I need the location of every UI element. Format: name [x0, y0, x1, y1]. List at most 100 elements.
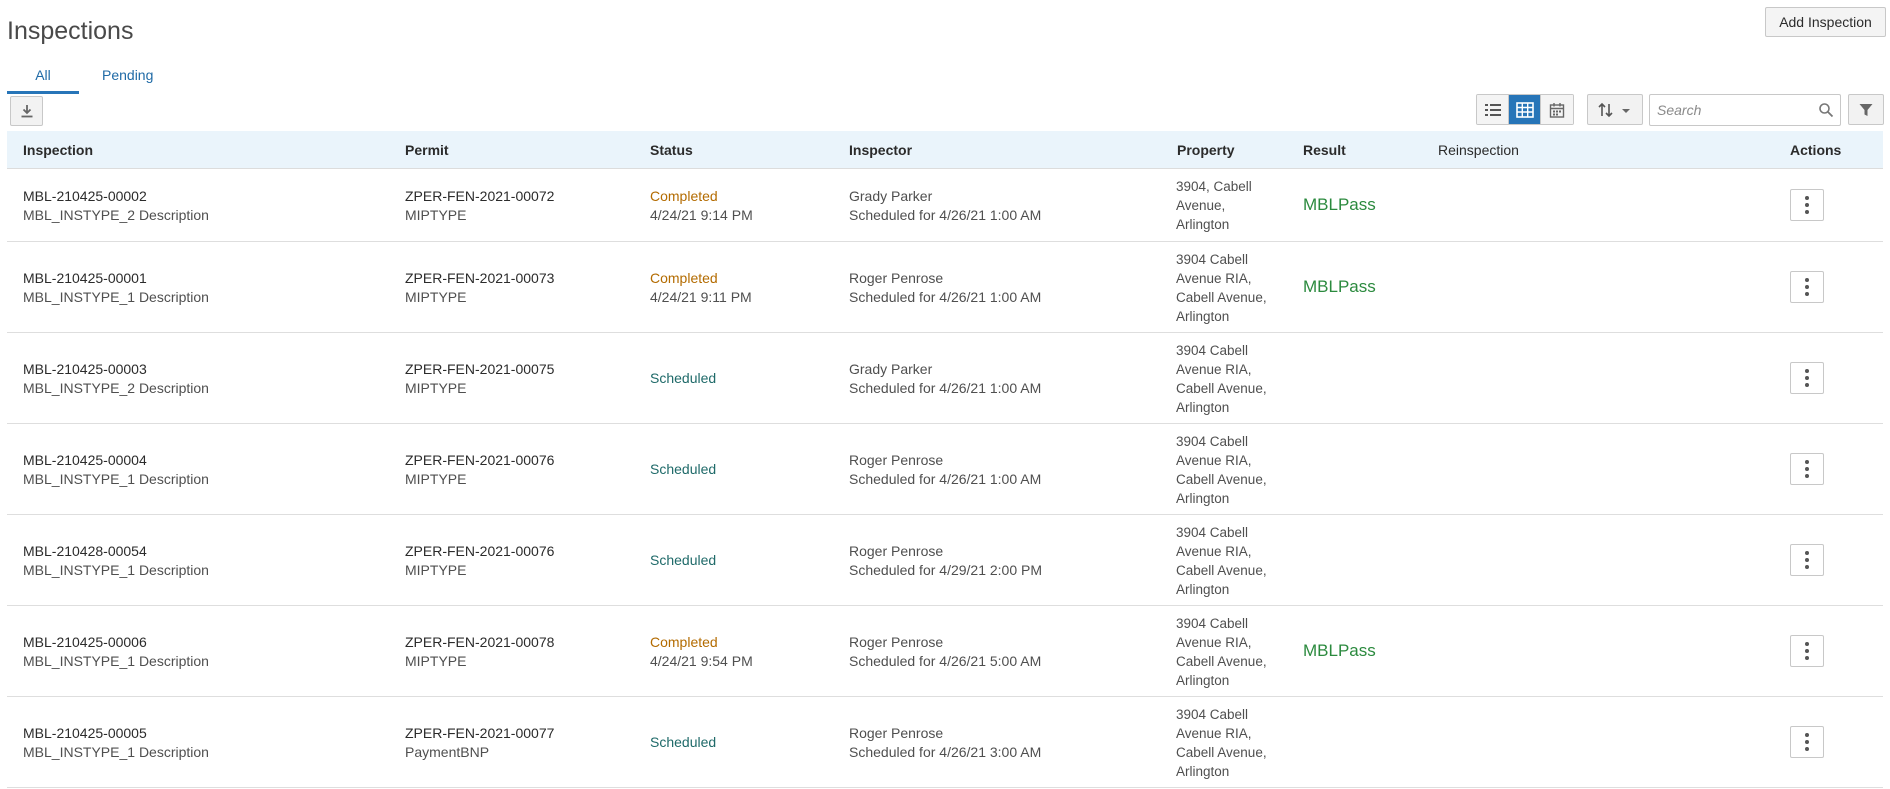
property-address-line: 3904, Cabell	[1176, 179, 1252, 194]
property-address-line: Avenue RIA,	[1176, 725, 1252, 741]
calendar-view-icon	[1549, 102, 1565, 118]
status-label: Scheduled	[650, 551, 717, 568]
result-value: MBLPass	[1303, 640, 1376, 660]
table-row[interactable]: MBL-210425-00005 MBL_INSTYPE_1 Descriptio…	[7, 697, 1883, 788]
column-header-reinspection[interactable]: Reinspection	[1438, 142, 1519, 158]
inspection-description: MBL_INSTYPE_1 Description	[23, 561, 209, 578]
scheduled-time: Scheduled for 4/29/21 2:00 PM	[849, 561, 1043, 578]
property-address-line: Avenue RIA,	[1176, 452, 1252, 468]
column-header-inspector[interactable]: Inspector	[849, 142, 912, 158]
row-actions-button[interactable]	[1790, 270, 1824, 303]
inspector-name: Roger Penrose	[849, 269, 944, 286]
tab-all[interactable]: All	[7, 60, 79, 94]
inspection-id[interactable]: MBL-210425-00002	[23, 187, 147, 206]
inspection-id[interactable]: MBL-210428-00054	[23, 542, 147, 561]
search-box	[1649, 94, 1841, 126]
permit-number[interactable]: ZPER-FEN-2021-00076	[405, 542, 554, 561]
more-vertical-icon	[1805, 732, 1809, 751]
permit-number[interactable]: ZPER-FEN-2021-00075	[405, 360, 554, 379]
column-header-property[interactable]: Property	[1177, 142, 1235, 158]
status-label: Scheduled	[650, 369, 717, 386]
row-actions-button[interactable]	[1790, 543, 1824, 576]
result-value: MBLPass	[1303, 194, 1376, 214]
scheduled-time: Scheduled for 4/26/21 1:00 AM	[849, 470, 1042, 487]
scheduled-time: Scheduled for 4/26/21 3:00 AM	[849, 743, 1042, 760]
inspection-id[interactable]: MBL-210425-00003	[23, 360, 147, 379]
inspector-name: Grady Parker	[849, 360, 933, 377]
more-vertical-icon	[1805, 459, 1809, 478]
more-vertical-icon	[1805, 550, 1809, 569]
calendar-view-button[interactable]	[1541, 95, 1573, 124]
column-header-inspection[interactable]: Inspection	[23, 142, 93, 158]
property-address-line: Avenue RIA,	[1176, 543, 1252, 559]
property-address-line: Cabell Avenue,	[1176, 380, 1267, 396]
inspection-id[interactable]: MBL-210425-00005	[23, 724, 147, 743]
column-header-permit[interactable]: Permit	[405, 142, 449, 158]
row-actions-button[interactable]	[1790, 725, 1824, 758]
search-input[interactable]	[1650, 95, 1810, 125]
property-address-line: Arlington	[1176, 763, 1230, 779]
inspection-id[interactable]: MBL-210425-00004	[23, 451, 147, 470]
permit-number[interactable]: ZPER-FEN-2021-00078	[405, 633, 554, 652]
table-row[interactable]: MBL-210425-00004 MBL_INSTYPE_1 Descriptio…	[7, 424, 1883, 515]
permit-number[interactable]: ZPER-FEN-2021-00073	[405, 269, 554, 288]
permit-type: MIPTYPE	[405, 652, 467, 669]
sort-icon	[1598, 102, 1630, 117]
permit-number[interactable]: ZPER-FEN-2021-00076	[405, 451, 554, 470]
inspector-name: Roger Penrose	[849, 633, 944, 650]
search-icon[interactable]	[1818, 102, 1834, 118]
inspection-description: MBL_INSTYPE_1 Description	[23, 470, 209, 487]
table-row[interactable]: MBL-210425-00006 MBL_INSTYPE_1 Descriptio…	[7, 606, 1883, 697]
status-label: Scheduled	[650, 733, 717, 750]
permit-number[interactable]: ZPER-FEN-2021-00072	[405, 187, 554, 206]
list-view-button[interactable]	[1477, 95, 1509, 124]
permit-type: MIPTYPE	[405, 561, 467, 578]
permit-type: MIPTYPE	[405, 470, 467, 487]
row-actions-button[interactable]	[1790, 634, 1824, 667]
inspection-description: MBL_INSTYPE_1 Description	[23, 288, 209, 305]
column-header-status[interactable]: Status	[650, 142, 693, 158]
property-address-line: Cabell Avenue,	[1176, 653, 1267, 669]
inspection-id[interactable]: MBL-210425-00006	[23, 633, 147, 652]
inspector-name: Grady Parker	[849, 187, 933, 204]
download-button[interactable]	[10, 96, 43, 126]
filter-button[interactable]	[1848, 94, 1884, 125]
more-vertical-icon	[1805, 195, 1809, 214]
row-actions-button[interactable]	[1790, 361, 1824, 394]
scheduled-time: Scheduled for 4/26/21 1:00 AM	[849, 379, 1042, 396]
table-row[interactable]: MBL-210425-00003 MBL_INSTYPE_2 Descriptio…	[7, 333, 1883, 424]
row-actions-button[interactable]	[1790, 188, 1824, 221]
tab-pending[interactable]: Pending	[102, 60, 153, 94]
permit-type: MIPTYPE	[405, 288, 467, 305]
property-address-line: Avenue RIA,	[1176, 270, 1252, 286]
status-date: 4/24/21 9:54 PM	[650, 652, 753, 669]
table-row[interactable]: MBL-210428-00054 MBL_INSTYPE_1 Descriptio…	[7, 515, 1883, 606]
permit-type: MIPTYPE	[405, 379, 467, 396]
status-label: Completed	[650, 633, 718, 650]
column-header-result[interactable]: Result	[1303, 142, 1346, 158]
sort-button[interactable]	[1587, 94, 1643, 125]
property-address-line: Cabell Avenue,	[1176, 471, 1267, 487]
status-label: Completed	[650, 187, 718, 204]
download-icon	[21, 105, 32, 118]
page-title: Inspections	[7, 17, 134, 45]
inspection-id[interactable]: MBL-210425-00001	[23, 269, 147, 288]
property-address-line: Arlington	[1176, 490, 1230, 506]
property-address-line: Cabell Avenue,	[1176, 289, 1267, 305]
property-address-line: 3904 Cabell	[1176, 433, 1249, 449]
permit-type: PaymentBNP	[405, 743, 490, 760]
more-vertical-icon	[1805, 641, 1809, 660]
table-view-button[interactable]	[1509, 95, 1541, 124]
add-inspection-button[interactable]: Add Inspection	[1765, 7, 1886, 37]
tab-bar: All Pending	[7, 60, 153, 94]
property-address-line: Avenue RIA,	[1176, 634, 1252, 650]
scheduled-time: Scheduled for 4/26/21 5:00 AM	[849, 652, 1042, 669]
row-actions-button[interactable]	[1790, 452, 1824, 485]
table-row[interactable]: MBL-210425-00001 MBL_INSTYPE_1 Descriptio…	[7, 242, 1883, 333]
table-row[interactable]: MBL-210425-00002 MBL_INSTYPE_2 Descriptio…	[7, 169, 1883, 242]
column-header-actions: Actions	[1790, 142, 1842, 158]
inspection-description: MBL_INSTYPE_1 Description	[23, 652, 209, 669]
status-label: Completed	[650, 269, 718, 286]
scheduled-time: Scheduled for 4/26/21 1:00 AM	[849, 206, 1042, 223]
permit-number[interactable]: ZPER-FEN-2021-00077	[405, 724, 554, 743]
